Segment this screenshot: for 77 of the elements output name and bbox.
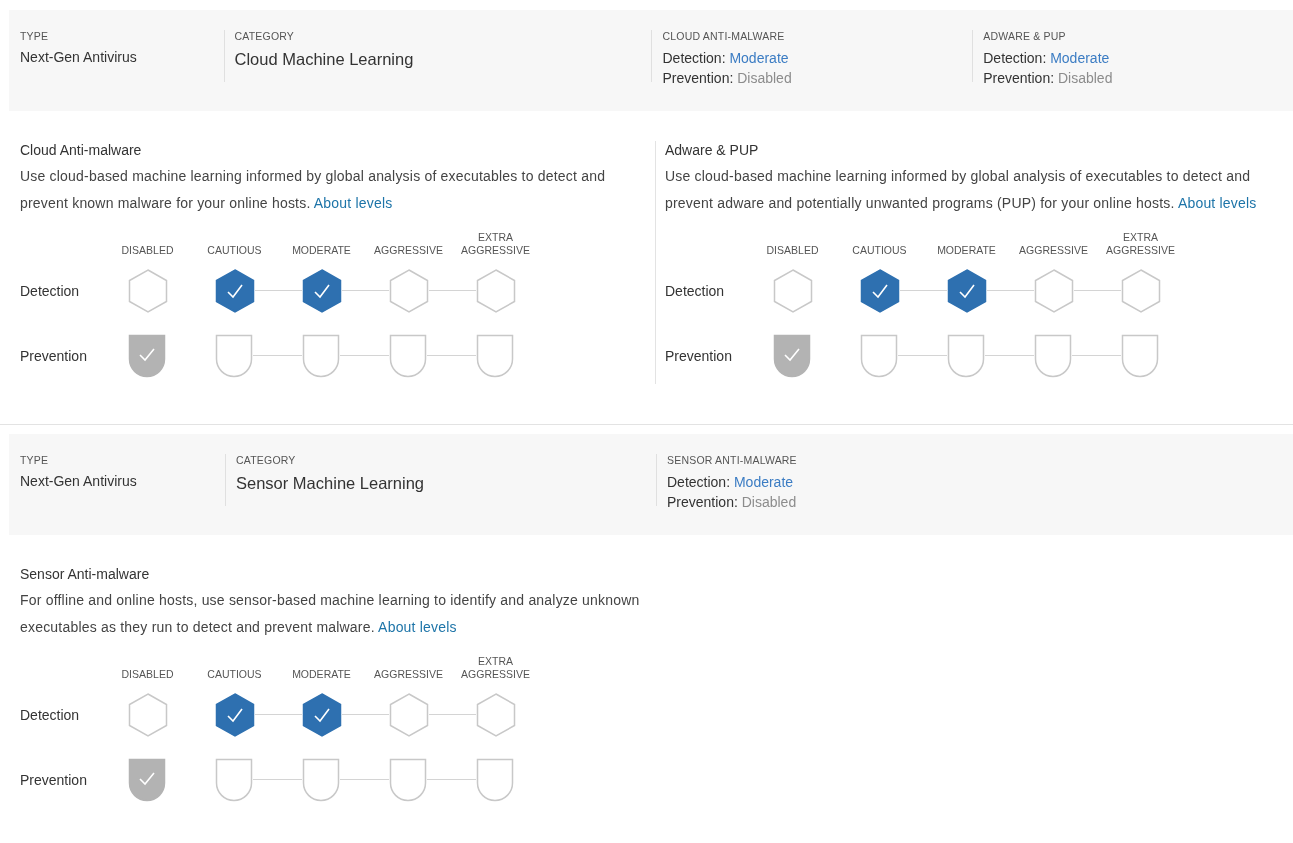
level-label: CAUTIOUS [206, 244, 263, 257]
type-heading: TYPE [20, 30, 50, 43]
detection-status: Detection: Moderate [983, 49, 1111, 68]
type-value: Next-Gen Antivirus [20, 48, 138, 66]
level-label: DISABLED [120, 244, 175, 257]
prevention-status: Prevention: Disabled [662, 69, 793, 88]
prevention-status: Prevention: Disabled [983, 69, 1114, 88]
level-label: MODERATE [291, 244, 352, 257]
hexagon-checkbox[interactable] [302, 268, 342, 313]
about-levels-link[interactable]: About levels [378, 619, 457, 635]
category-value: Cloud Machine Learning [234, 49, 415, 70]
status-heading: CLOUD ANTI-MALWARE [662, 30, 786, 43]
level-label: DISABLED [120, 668, 175, 681]
hexagon-checkbox[interactable] [947, 268, 987, 313]
row-label: Prevention [20, 347, 88, 364]
level-label: MODERATE [936, 244, 997, 257]
row-label: Detection [20, 706, 81, 723]
shield-checkbox[interactable] [1121, 333, 1159, 378]
setting-description: Use cloud-based machine learning informed by global analysis of executables to detect and prevent known malware for your online hosts. About levels [20, 167, 607, 213]
row-label: Detection [20, 282, 81, 299]
shield-checkbox[interactable] [476, 333, 514, 378]
level-label: CAUTIOUS [206, 668, 263, 681]
level-label: AGGRESSIVE [373, 244, 444, 257]
hexagon-checkbox[interactable] [128, 692, 168, 737]
level-label: AGGRESSIVE [373, 668, 444, 681]
row-label: Detection [665, 282, 726, 299]
level-label: DISABLED [765, 244, 820, 257]
shield-checkbox[interactable] [128, 757, 166, 802]
shield-checkbox[interactable] [389, 333, 427, 378]
hexagon-checkbox[interactable] [860, 268, 900, 313]
detection-status: Detection: Moderate [667, 473, 795, 492]
category-heading: CATEGORY [234, 30, 296, 43]
hexagon-checkbox[interactable] [389, 268, 429, 313]
hexagon-checkbox[interactable] [389, 692, 429, 737]
hexagon-checkbox[interactable] [302, 692, 342, 737]
setting-title: Cloud Anti-malware [20, 141, 143, 159]
shield-checkbox[interactable] [947, 333, 985, 378]
type-heading: TYPE [20, 454, 50, 467]
shield-checkbox[interactable] [302, 333, 340, 378]
hexagon-checkbox[interactable] [1121, 268, 1161, 313]
hexagon-checkbox[interactable] [128, 268, 168, 313]
level-label: EXTRA AGGRESSIVE [1105, 231, 1176, 257]
category-value: Sensor Machine Learning [236, 473, 426, 494]
row-label: Prevention [665, 347, 733, 364]
status-heading: SENSOR ANTI-MALWARE [667, 454, 798, 467]
about-levels-link[interactable]: About levels [1177, 195, 1257, 211]
shield-checkbox[interactable] [476, 757, 514, 802]
shield-checkbox[interactable] [773, 333, 811, 378]
hexagon-checkbox[interactable] [773, 268, 813, 313]
level-label: CAUTIOUS [851, 244, 908, 257]
prevention-status: Prevention: Disabled [667, 493, 798, 512]
hexagon-checkbox[interactable] [476, 268, 516, 313]
shield-checkbox[interactable] [215, 757, 253, 802]
shield-checkbox[interactable] [302, 757, 340, 802]
detection-status: Detection: Moderate [662, 49, 790, 68]
level-label: AGGRESSIVE [1018, 244, 1089, 257]
hexagon-checkbox[interactable] [215, 692, 255, 737]
row-label: Prevention [20, 771, 88, 788]
setting-description: Use cloud-based machine learning informed by global analysis of executables to detect and prevent adware and potentially unwanted programs (PUP) for your online hosts. About levels [665, 167, 1258, 213]
level-label: MODERATE [291, 668, 352, 681]
setting-title: Sensor Anti-malware [20, 565, 151, 583]
about-levels-link[interactable]: About levels [313, 195, 393, 211]
shield-checkbox[interactable] [128, 333, 166, 378]
level-label: EXTRA AGGRESSIVE [460, 231, 531, 257]
hexagon-checkbox[interactable] [476, 692, 516, 737]
setting-description: For offline and online hosts, use sensor-based machine learning to identify and analyze unknown executables as they run to detect and prevent malware. About levels [20, 591, 641, 637]
status-heading: ADWARE & PUP [983, 30, 1067, 43]
shield-checkbox[interactable] [389, 757, 427, 802]
shield-checkbox[interactable] [1034, 333, 1072, 378]
shield-checkbox[interactable] [215, 333, 253, 378]
hexagon-checkbox[interactable] [1034, 268, 1074, 313]
category-heading: CATEGORY [236, 454, 297, 467]
hexagon-checkbox[interactable] [215, 268, 255, 313]
shield-checkbox[interactable] [860, 333, 898, 378]
type-value: Next-Gen Antivirus [20, 472, 138, 490]
setting-title: Adware & PUP [665, 141, 760, 159]
level-label: EXTRA AGGRESSIVE [460, 655, 531, 681]
